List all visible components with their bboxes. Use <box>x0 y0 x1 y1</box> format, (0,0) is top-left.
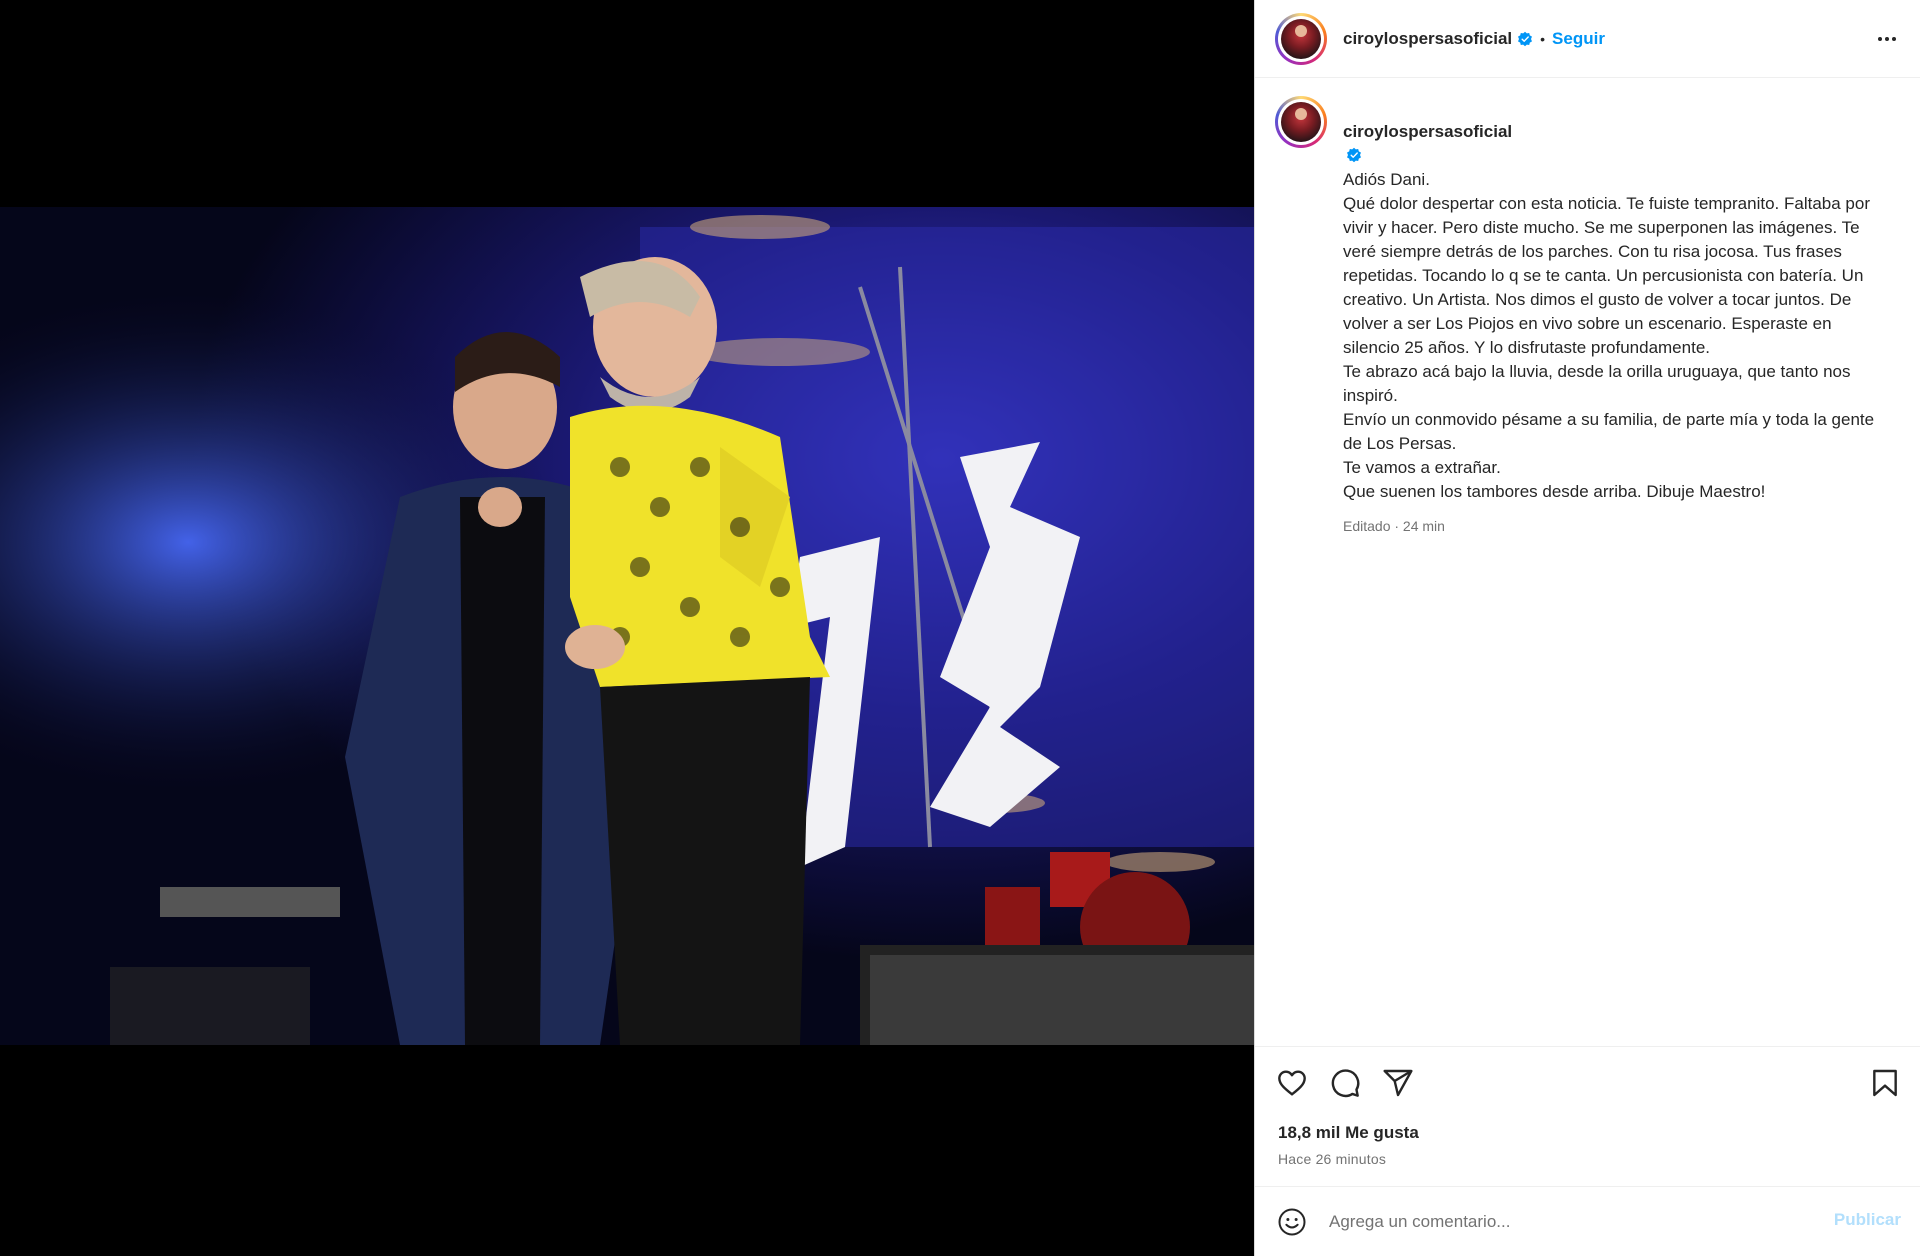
caption-body: ciroylospersasoficial Adiós Dani. Qué do… <box>1343 96 1883 538</box>
caption-text: Adiós Dani. Qué dolor despertar con esta… <box>1343 170 1875 501</box>
caption-meta: Editado · 24 min <box>1343 518 1445 534</box>
post-timestamp[interactable]: Hace 26 minutos <box>1278 1151 1386 1167</box>
post-photo[interactable] <box>0 207 1254 1045</box>
heart-icon[interactable] <box>1276 1067 1308 1099</box>
caption-username[interactable]: ciroylospersasoficial <box>1343 122 1512 141</box>
caption: ciroylospersasoficial Adiós Dani. Qué do… <box>1275 96 1905 538</box>
more-options-icon[interactable] <box>1875 27 1899 51</box>
follow-button[interactable]: Seguir <box>1552 29 1605 49</box>
bookmark-icon[interactable] <box>1869 1067 1901 1099</box>
comment-input[interactable] <box>1329 1207 1799 1237</box>
verified-badge-icon <box>1518 31 1533 46</box>
likes-count[interactable]: 18,8 mil Me gusta <box>1278 1123 1419 1143</box>
post-panel: ciroylospersasoficial • Seguir ciroylosp… <box>1254 0 1920 1256</box>
author-username[interactable]: ciroylospersasoficial <box>1343 29 1512 49</box>
emoji-icon[interactable] <box>1277 1207 1307 1237</box>
post-header: ciroylospersasoficial • Seguir <box>1255 0 1920 78</box>
publish-button[interactable]: Publicar <box>1834 1210 1901 1230</box>
author-avatar[interactable] <box>1275 12 1327 65</box>
concert-photo-illustration <box>0 207 1254 1045</box>
share-icon[interactable] <box>1382 1067 1414 1099</box>
comment-icon[interactable] <box>1329 1067 1361 1099</box>
comment-bar: Publicar <box>1255 1186 1920 1256</box>
caption-avatar[interactable] <box>1275 96 1327 148</box>
verified-badge-icon <box>1347 147 1361 163</box>
post-media[interactable] <box>0 0 1254 1256</box>
separator-dot: • <box>1540 30 1546 47</box>
